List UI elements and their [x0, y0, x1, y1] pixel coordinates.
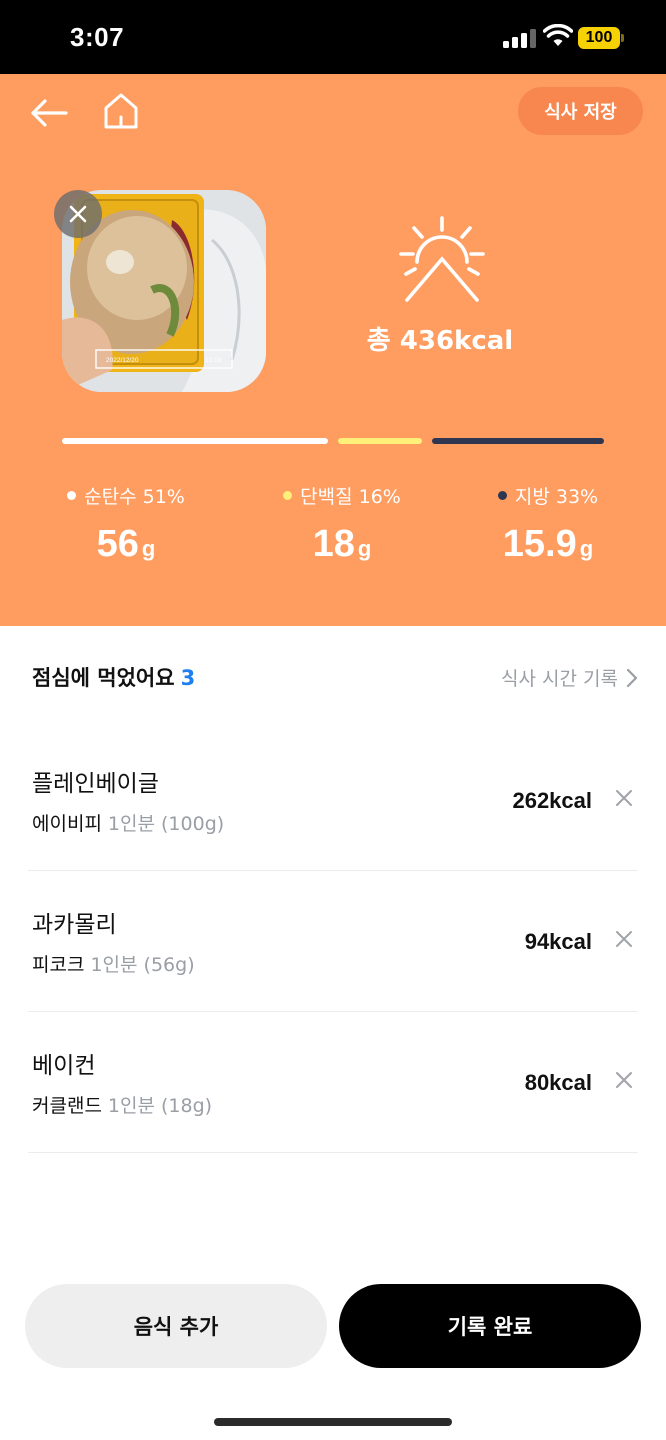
meal-count: 3 — [180, 666, 196, 690]
arrow-left-icon[interactable] — [28, 96, 70, 130]
food-detail: 에이비피 1인분 (100g) — [32, 809, 224, 836]
home-icon[interactable] — [100, 90, 142, 132]
food-calories: 80kcal — [524, 1070, 592, 1095]
record-meal-time-link[interactable]: 식사 시간 기록 — [501, 664, 638, 691]
protein-ratio-bar — [338, 438, 422, 444]
protein-dot-icon — [283, 491, 293, 500]
food-name: 과카몰리 — [32, 912, 117, 938]
close-icon[interactable] — [612, 786, 636, 810]
time-link-label: 식사 시간 기록 — [501, 668, 618, 690]
close-icon[interactable] — [612, 927, 636, 951]
finish-record-button[interactable]: 기록 완료 — [339, 1284, 641, 1368]
macro-unit: g — [357, 536, 372, 561]
food-item[interactable]: 과카몰리 피코크 1인분 (56g) 94kcal — [28, 871, 638, 1012]
battery-level: 100 — [578, 27, 620, 49]
home-indicator[interactable] — [214, 1418, 452, 1426]
macro-carbs: 순탄수 51% 56 g — [36, 482, 216, 566]
macro-label: 지방 33% — [514, 486, 599, 508]
macro-label: 단백질 16% — [300, 486, 401, 508]
save-meal-button[interactable]: 식사 저장 — [518, 87, 643, 135]
meal-title: 점심에 먹었어요 3 — [32, 662, 195, 692]
food-brand: 커클랜드 — [32, 1095, 102, 1117]
photo-time: 12:18 — [205, 357, 222, 364]
chevron-right-icon — [626, 668, 638, 687]
macro-unit: g — [141, 536, 156, 561]
fat-ratio-bar — [432, 438, 604, 444]
fat-dot-icon — [497, 491, 507, 500]
macro-unit: g — [579, 536, 594, 561]
meal-summary-panel: 식사 저장 2022/12/20 12:18 총 436kcal 순탄수 51%… — [0, 74, 666, 626]
food-amount: 1인분 (18g) — [107, 1095, 213, 1117]
remove-photo-button[interactable] — [54, 190, 102, 238]
food-name: 베이컨 — [32, 1053, 96, 1079]
meal-list-header: 점심에 먹었어요 3 식사 시간 기록 — [32, 660, 638, 696]
add-food-button[interactable]: 음식 추가 — [25, 1284, 327, 1368]
food-amount: 1인분 (56g) — [90, 954, 195, 976]
carbs-ratio-bar — [62, 438, 328, 444]
food-amount: 1인분 (100g) — [107, 813, 225, 835]
food-brand: 피코크 — [32, 954, 85, 976]
macro-value: 56 — [96, 523, 139, 565]
sun-icon — [399, 216, 485, 302]
food-brand: 에이비피 — [32, 813, 102, 835]
status-time: 3:07 — [70, 22, 125, 52]
total-calories: 총 436kcal — [366, 326, 514, 356]
close-icon — [69, 205, 87, 223]
food-calories: 262kcal — [512, 788, 592, 813]
macro-value: 18 — [312, 523, 355, 565]
meal-title-text: 점심에 먹었어요 — [32, 666, 175, 690]
food-item[interactable]: 베이컨 커클랜드 1인분 (18g) 80kcal — [28, 1012, 638, 1153]
food-name: 플레인베이글 — [32, 771, 159, 797]
status-bar: 3:07 100 — [0, 0, 666, 74]
wifi-icon — [543, 24, 573, 46]
photo-date: 2022/12/20 — [106, 357, 139, 364]
macro-label: 순탄수 51% — [84, 486, 185, 508]
cellular-signal-icon — [503, 28, 537, 48]
macro-protein: 단백질 16% 18 g — [252, 482, 432, 566]
battery-icon: 100 — [578, 27, 624, 49]
food-item[interactable]: 플레인베이글 에이비피 1인분 (100g) 262kcal — [28, 730, 638, 871]
food-calories: 94kcal — [524, 929, 592, 954]
macro-fat: 지방 33% 15.9 g — [458, 482, 638, 566]
close-icon[interactable] — [612, 1068, 636, 1092]
food-detail: 커클랜드 1인분 (18g) — [32, 1091, 212, 1118]
macro-value: 15.9 — [502, 523, 577, 565]
carbs-dot-icon — [67, 491, 77, 500]
food-detail: 피코크 1인분 (56g) — [32, 950, 195, 977]
